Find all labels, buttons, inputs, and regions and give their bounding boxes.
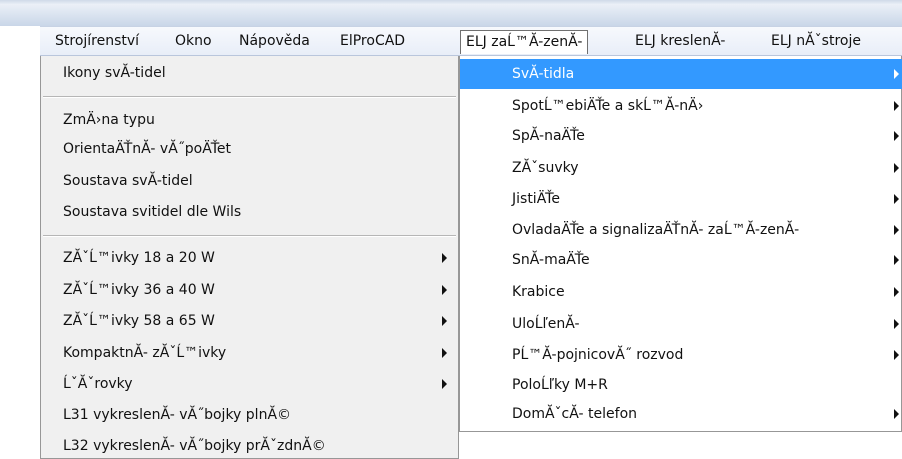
- menu-elprocad[interactable]: ElProCAD: [335, 30, 410, 54]
- submenu-arrow-icon: [894, 131, 899, 141]
- dropdown-item-zarivky-36-40[interactable]: ZĂˇĹ™ivky 36 a 40 W: [63, 276, 215, 304]
- submenu-arrow-icon: [442, 316, 447, 326]
- dropdown-separator: [43, 235, 456, 237]
- submenu-arrow-icon: [894, 319, 899, 329]
- dropdown-item-zmena-typu[interactable]: ZmÄ›na typu: [63, 106, 155, 134]
- canvas-left-edge: [0, 56, 40, 459]
- dropdown-item-ikony-svitidel[interactable]: Ikony svĂ-tidel: [63, 59, 166, 87]
- submenu-item-polozky-mr[interactable]: PoloĹľky M+R: [512, 371, 608, 399]
- submenu-arrow-icon: [894, 409, 899, 419]
- submenu-item-svitidla[interactable]: SvĂ-tidla: [512, 60, 574, 88]
- submenu-arrow-icon: [894, 163, 899, 173]
- submenu-arrow-icon: [442, 348, 447, 358]
- dropdown-item-zarivky-18-20[interactable]: ZĂˇĹ™ivky 18 a 20 W: [63, 244, 215, 272]
- title-band: [0, 0, 902, 4]
- svitidla-submenu: SvĂ-tidla SpotĹ™ebiÄŤe a skĹ™Ă-nÄ› SpĂ-n…: [459, 56, 902, 432]
- dropdown-item-zarovky[interactable]: ĹˇĂˇrovky: [63, 370, 133, 398]
- submenu-item-spinace[interactable]: SpĂ-naÄŤe: [512, 122, 585, 150]
- submenu-arrow-icon: [442, 285, 447, 295]
- submenu-arrow-icon: [442, 379, 447, 389]
- submenu-arrow-icon: [442, 253, 447, 263]
- dropdown-item-l31-vybojky-plne[interactable]: L31 vykreslenĂ- vĂ˝bojky plnĂ©: [63, 401, 291, 429]
- submenu-arrow-icon: [894, 350, 899, 360]
- submenu-item-ovladace-signalizace[interactable]: OvladaÄŤe a signalizaÄŤnĂ- zaĹ™Ă-zenĂ-: [512, 216, 799, 244]
- submenu-arrow-icon: [894, 69, 899, 79]
- dropdown-item-soustava-wils[interactable]: Soustava svitidel dle Wils: [63, 198, 241, 226]
- submenu-item-zasuvky[interactable]: ZĂˇsuvky: [512, 154, 579, 182]
- submenu-arrow-icon: [894, 101, 899, 111]
- menu-elj-zarizeni[interactable]: ELJ zaĹ™Ă-zenĂ-: [460, 30, 589, 54]
- submenu-item-domaci-telefon[interactable]: DomĂˇcĂ- telefon: [512, 400, 637, 428]
- submenu-arrow-icon: [894, 194, 899, 204]
- menu-elj-nastroje[interactable]: ELJ nĂˇstroje: [766, 30, 866, 54]
- submenu-item-krabice[interactable]: Krabice: [512, 278, 565, 306]
- dropdown-separator: [43, 96, 456, 98]
- menu-okno[interactable]: Okno: [170, 30, 217, 54]
- submenu-item-pripojnicovy-rozvod[interactable]: PĹ™Ă-pojnicovĂ˝ rozvod: [512, 341, 683, 369]
- dropdown-item-kompaktni-zarivky[interactable]: KompaktnĂ- zĂˇĹ™ivky: [63, 339, 226, 367]
- menu-elj-kresleni[interactable]: ELJ kreslenĂ-: [630, 30, 730, 54]
- submenu-arrow-icon: [894, 255, 899, 265]
- window-top-strip: [0, 0, 902, 26]
- submenu-arrow-icon: [894, 225, 899, 235]
- dropdown-item-zarivky-58-65[interactable]: ZĂˇĹ™ivky 58 a 65 W: [63, 307, 215, 335]
- submenu-arrow-icon: [894, 287, 899, 297]
- menu-strojirenstvi[interactable]: Strojírenství: [50, 30, 144, 54]
- submenu-item-ulozeni[interactable]: UloĹľenĂ-: [512, 310, 580, 338]
- menu-napoveda[interactable]: Nápověda: [234, 30, 315, 54]
- dropdown-item-soustava-svitidel[interactable]: Soustava svĂ-tidel: [63, 167, 193, 195]
- submenu-item-jistice[interactable]: JistiÄŤe: [512, 185, 560, 213]
- submenu-item-snimace[interactable]: SnĂ-maÄŤe: [512, 246, 590, 274]
- submenu-item-spotrebice-skrine[interactable]: SpotĹ™ebiÄŤe a skĹ™Ă-nÄ›: [512, 92, 703, 120]
- elj-zarizeni-dropdown: Ikony svĂ-tidel ZmÄ›na typu OrientaÄŤnĂ-…: [40, 56, 459, 459]
- menu-bar: Strojírenství Okno Nápověda ElProCAD ELJ…: [40, 26, 902, 56]
- dropdown-item-orientacni-vypocet[interactable]: OrientaÄŤnĂ- vĂ˝poÄŤet: [63, 135, 231, 163]
- dropdown-item-l32-vybojky-prazdne[interactable]: L32 vykreslenĂ- vĂ˝bojky prĂˇzdnĂ©: [63, 432, 326, 458]
